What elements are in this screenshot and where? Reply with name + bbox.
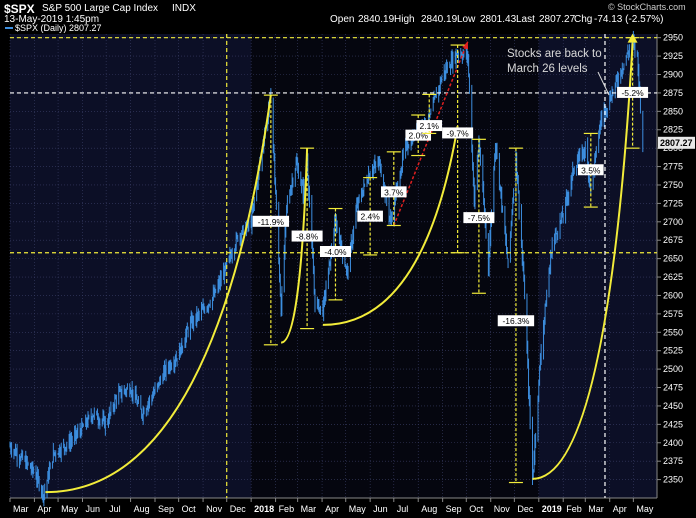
high-label: High	[394, 14, 415, 25]
drawdown-label: -8.8%	[296, 232, 319, 242]
last-value: 2807.27	[539, 14, 576, 25]
gain-label: 2.1%	[420, 121, 440, 131]
x-tick-label: Jul	[109, 504, 121, 514]
y-tick-label: 2650	[663, 254, 683, 264]
drawdown-label: -4.0%	[324, 247, 347, 257]
x-tick-label: 2019	[542, 504, 562, 514]
x-tick-label: Apr	[37, 504, 51, 514]
x-tick-label: Nov	[206, 504, 223, 514]
year-2018-band	[251, 34, 539, 498]
x-tick-label: 2018	[254, 504, 274, 514]
drawdown-label: -9.7%	[447, 128, 470, 138]
y-tick-label: 2875	[663, 88, 683, 98]
x-tick-label: Nov	[494, 504, 511, 514]
y-tick-label: 2850	[663, 106, 683, 116]
index-name: S&P 500 Large Cap Index	[42, 3, 159, 14]
x-tick-label: Feb	[566, 504, 582, 514]
y-tick-label: 2675	[663, 235, 683, 245]
y-tick-label: 2600	[663, 290, 683, 300]
x-tick-label: Apr	[325, 504, 339, 514]
last-label: Last	[516, 14, 535, 25]
x-tick-label: Dec	[517, 504, 534, 514]
x-tick-label: Oct	[469, 504, 484, 514]
x-tick-label: May	[636, 504, 654, 514]
last-value-label: 2807.27	[660, 138, 693, 148]
price-chart: 2350 2375 2400 2425 2450 2475 2500 2525 2550 2575…	[9, 30, 695, 514]
series-label: $SPX (Daily) 2807.27	[15, 23, 102, 33]
y-tick-label: 2550	[663, 327, 683, 337]
x-tick-label: Aug	[421, 504, 437, 514]
gain-label: 2.4%	[360, 212, 380, 222]
y-tick-label: 2725	[663, 198, 683, 208]
drawdown-label: -16.3%	[502, 316, 529, 326]
y-tick-label: 2625	[663, 272, 683, 282]
chg-label: Chg	[574, 14, 593, 25]
y-tick-label: 2825	[663, 125, 683, 135]
x-tick-label: Jun	[86, 504, 101, 514]
x-tick-label: Mar	[301, 504, 317, 514]
drawdown-label: -11.9%	[258, 217, 285, 227]
y-tick-label: 2350	[663, 475, 683, 485]
y-tick-label: 2500	[663, 364, 683, 374]
drawdown-label: -5.2%	[621, 88, 644, 98]
y-tick-label: 2900	[663, 70, 683, 80]
x-tick-label: Aug	[134, 504, 150, 514]
chart-header: $SPX S&P 500 Large Cap Index INDX 13-May…	[0, 0, 696, 34]
y-tick-label: 2475	[663, 383, 683, 393]
y-tick-label: 2400	[663, 438, 683, 448]
low-value: 2801.43	[480, 14, 517, 25]
y-tick-label: 2575	[663, 309, 683, 319]
x-tick-label: Feb	[279, 504, 295, 514]
x-tick-label: May	[349, 504, 367, 514]
y-tick-label: 2700	[663, 217, 683, 227]
x-tick-label: Mar	[13, 504, 29, 514]
y-tick-label: 2425	[663, 419, 683, 429]
y-tick-label: 2375	[663, 456, 683, 466]
x-tick-label: Mar	[588, 504, 604, 514]
drawdown-label: -7.5%	[468, 213, 491, 223]
y-tick-label: 2775	[663, 162, 683, 172]
annotation-text: March 26 levels	[507, 63, 588, 75]
chg-value: -74.13 (-2.57%)	[594, 14, 664, 25]
x-tick-label: Sep	[446, 504, 462, 514]
gain-label: 3.5%	[581, 165, 601, 175]
open-label: Open	[330, 14, 355, 25]
low-label: Low	[457, 14, 476, 25]
legend-swatch	[5, 27, 13, 29]
y-tick-label: 2750	[663, 180, 683, 190]
gain-label: 2.0%	[409, 131, 429, 141]
y-tick-label: 2450	[663, 401, 683, 411]
gain-label: 3.7%	[384, 187, 404, 197]
open-value: 2840.19	[358, 14, 395, 25]
high-value: 2840.19	[421, 14, 458, 25]
watermark: © StockCharts.com	[608, 2, 686, 12]
x-tick-label: Dec	[230, 504, 247, 514]
y-tick-label: 2925	[663, 51, 683, 61]
x-tick-label: Oct	[182, 504, 197, 514]
exchange: INDX	[172, 3, 196, 14]
x-tick-label: Sep	[158, 504, 174, 514]
x-tick-label: May	[61, 504, 79, 514]
x-tick-label: Apr	[613, 504, 627, 514]
x-tick-label: Jul	[397, 504, 409, 514]
chart-window: 2350 2375 2400 2425 2450 2475 2500 2525 2550 2575…	[0, 0, 696, 518]
annotation-text: Stocks are back to	[507, 48, 602, 60]
y-tick-label: 2950	[663, 33, 683, 43]
x-tick-label: Jun	[373, 504, 388, 514]
y-tick-label: 2525	[663, 346, 683, 356]
